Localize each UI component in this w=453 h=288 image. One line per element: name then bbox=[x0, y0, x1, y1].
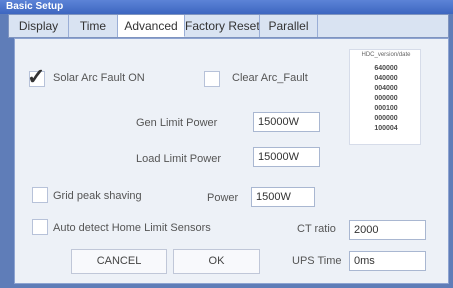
load-limit-power-input[interactable]: 15000W bbox=[253, 147, 320, 167]
ups-time-input[interactable]: 0ms bbox=[349, 251, 426, 271]
clear-arc-fault-label: Clear Arc_Fault bbox=[232, 72, 308, 84]
grid-peak-shaving-label: Grid peak shaving bbox=[53, 190, 142, 202]
ct-ratio-label: CT ratio bbox=[297, 223, 336, 235]
clear-arc-fault-checkbox[interactable] bbox=[204, 71, 220, 87]
auto-detect-checkbox[interactable] bbox=[32, 219, 48, 235]
ups-time-label: UPS Time bbox=[292, 255, 342, 267]
check-icon: ✓ bbox=[27, 64, 46, 89]
version-item: 100004 bbox=[374, 125, 398, 132]
tab-parallel[interactable]: Parallel bbox=[260, 15, 318, 37]
version-item: 040000 bbox=[374, 75, 398, 82]
gen-limit-power-input[interactable]: 15000W bbox=[253, 112, 320, 132]
version-list: HDC_version/date 640000 040000 004000 00… bbox=[349, 49, 421, 145]
gen-limit-power-label: Gen Limit Power bbox=[136, 117, 218, 129]
basic-setup-window: Basic Setup Display Time Advanced Factor… bbox=[0, 0, 453, 288]
version-item: 000100 bbox=[374, 105, 398, 112]
version-list-header: HDC_version/date bbox=[361, 52, 411, 58]
power-input[interactable]: 1500W bbox=[251, 187, 315, 207]
solar-arc-fault-checkbox[interactable]: ✓ bbox=[27, 66, 45, 88]
grid-peak-shaving-checkbox[interactable] bbox=[32, 187, 48, 203]
tab-bar: Display Time Advanced Factory Reset Para… bbox=[8, 14, 449, 38]
solar-arc-fault-label: Solar Arc Fault ON bbox=[53, 72, 145, 84]
load-limit-power-label: Load Limit Power bbox=[136, 153, 221, 165]
window-title: Basic Setup bbox=[0, 0, 453, 14]
cancel-button[interactable]: CANCEL bbox=[71, 249, 167, 274]
version-item: 640000 bbox=[374, 65, 398, 72]
auto-detect-label: Auto detect Home Limit Sensors bbox=[53, 222, 211, 234]
ok-button[interactable]: OK bbox=[173, 249, 260, 274]
version-item: 004000 bbox=[374, 85, 398, 92]
tab-factory-reset[interactable]: Factory Reset bbox=[185, 15, 260, 37]
tab-advanced[interactable]: Advanced bbox=[118, 15, 185, 37]
version-item: 000000 bbox=[374, 95, 398, 102]
version-item: 000000 bbox=[374, 115, 398, 122]
tab-time[interactable]: Time bbox=[69, 15, 118, 37]
tab-display[interactable]: Display bbox=[9, 15, 69, 37]
power-label: Power bbox=[207, 192, 239, 204]
ct-ratio-input[interactable]: 2000 bbox=[349, 220, 426, 240]
